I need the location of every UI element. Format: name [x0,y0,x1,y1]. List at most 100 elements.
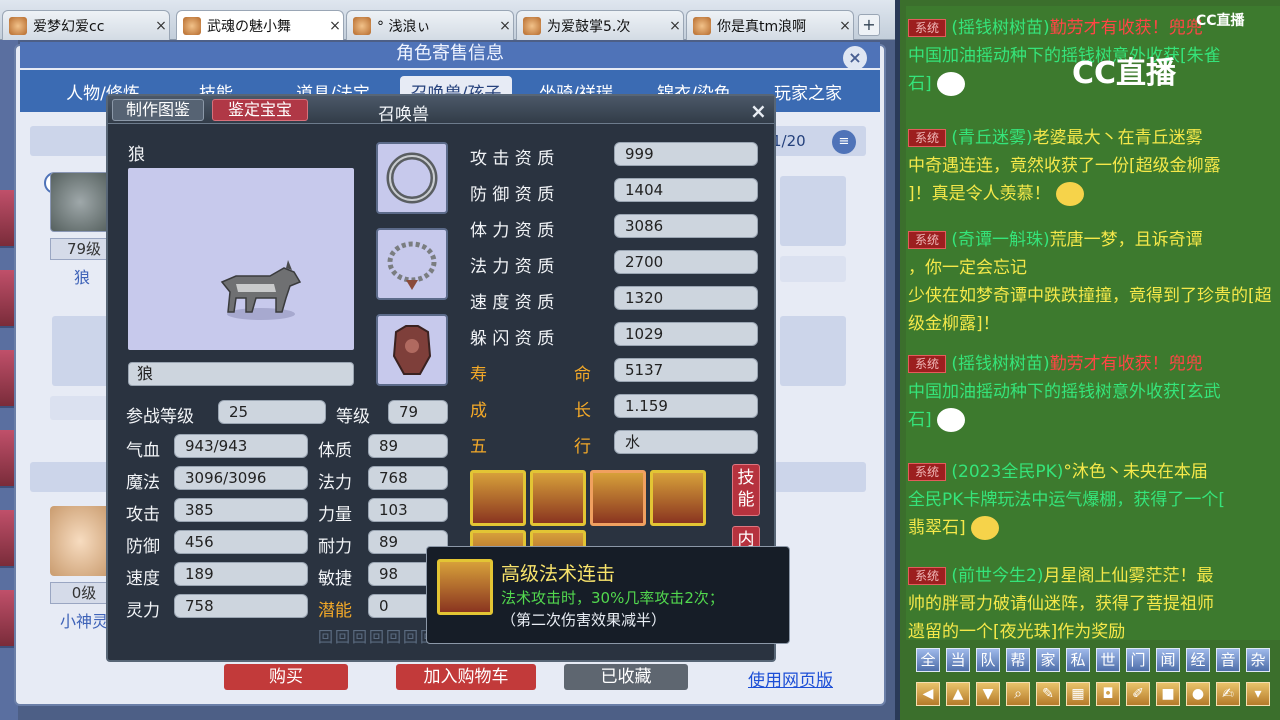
message-text: 荒唐一梦，且诉奇谭 [1049,230,1203,250]
channel-exp-button[interactable]: 经 [1186,648,1210,672]
chat-bubble-icon[interactable]: ● [1186,682,1210,706]
aptitude-value: 1029 [614,322,758,346]
stat-value: 943/943 [174,434,308,458]
message-text: °沐色丶未央在本届 [1063,462,1208,482]
element-value: 水 [614,430,758,454]
chat-message: 系统 (摇钱树树苗)勤劳才有收获！兜兜 中国加油摇动种下的摇钱树意外收获[玄武 … [908,350,1274,434]
edit-icon[interactable]: ✍ [1216,682,1240,706]
down-arrow-icon[interactable]: ▼ [976,682,1000,706]
up-arrow-icon[interactable]: ▲ [946,682,970,706]
attr-value: 103 [368,498,448,522]
message-text: ]！真是令人羡慕！ [908,184,1051,204]
aptitude-label: 法 力 资 质 [470,257,555,277]
box-icon[interactable]: ■ [1156,682,1180,706]
add-to-cart-button[interactable]: 加入购物车 [396,664,536,690]
attr-value: 768 [368,466,448,490]
tab-favicon-icon [523,16,541,35]
pet-card[interactable]: 79级 狼 [50,172,118,296]
left-arrow-icon[interactable]: ◀ [916,682,940,706]
page-count: 1/20 [772,132,806,150]
message-text: ，你一定会忘记 [908,258,1027,278]
close-icon[interactable]: × [750,99,767,123]
aptitude-value: 1320 [614,286,758,310]
grid-icon[interactable]: ▦ [1066,682,1090,706]
channel-sound-button[interactable]: 音 [1216,648,1240,672]
close-tab-icon[interactable]: × [837,18,853,34]
channel-misc-button[interactable]: 杂 [1246,648,1270,672]
level-value: 79 [388,400,448,424]
aptitude-label: 速 度 资 质 [470,293,555,313]
message-text: 中奇遇连连，竟然收获了一份[超级金柳露 [908,156,1221,176]
battle-level-value: 25 [218,400,326,424]
channel-all-button[interactable]: 全 [916,648,940,672]
message-text: 石] [908,410,932,430]
channel-name: (摇钱树树苗) [951,354,1050,374]
equip-armor-icon[interactable] [376,314,448,386]
close-tab-icon[interactable]: × [497,18,513,34]
stat-label: 气血 [126,441,160,461]
stat-value: 3096/3096 [174,466,308,490]
channel-guild-button[interactable]: 帮 [1006,648,1030,672]
system-badge: 系统 [908,355,947,373]
browser-tab-2[interactable]: 武魂の魅小舞 × [176,10,344,40]
channel-sect-button[interactable]: 门 [1126,648,1150,672]
browser-tab-1[interactable]: 爱梦幻爱cc × [2,10,170,40]
emoji-icon [937,408,966,432]
channel-private-button[interactable]: 私 [1066,648,1090,672]
stat-value: 385 [174,498,308,522]
down-triangle-icon[interactable]: ▾ [1246,682,1270,706]
tab-favicon-icon [353,16,371,35]
close-tab-icon[interactable]: × [667,18,683,34]
channel-name: (摇钱树树苗) [951,18,1050,38]
buy-button[interactable]: 购买 [224,664,348,690]
pet-type-label: 狼 [128,145,145,165]
lock-icon[interactable]: ◘ [1096,682,1120,706]
chat-message: 系统 (前世今生2)月星阁上仙雾茫茫！最 帅的胖哥力破请仙迷阵，获得了菩提祖师 … [908,562,1274,646]
channel-world-button[interactable]: 世 [1096,648,1120,672]
message-text: 勤劳才有收获！兜兜 [1049,18,1203,38]
attr-label: 潜能 [318,601,352,621]
pet-name-field[interactable]: 狼 [128,362,354,386]
close-tab-icon[interactable]: × [327,18,343,34]
emoji-icon [1056,182,1085,206]
browser-tab-4[interactable]: 为爱鼓掌5.次 × [516,10,684,40]
search-icon[interactable]: ⌕ [1006,682,1030,706]
channel-news-button[interactable]: 闻 [1156,648,1180,672]
wolf-sprite [220,260,302,320]
life-label: 寿 [470,365,487,385]
browser-tab-3[interactable]: ° 浅浪ぃ × [346,10,514,40]
channel-current-button[interactable]: 当 [946,648,970,672]
tooltip-desc: 法术攻击时，30%几率攻击2次； [501,589,724,607]
channel-team-button[interactable]: 队 [976,648,1000,672]
aptitude-value: 999 [614,142,758,166]
channel-name: (前世今生2) [951,566,1044,586]
skill-slot-icon[interactable] [590,470,646,526]
list-menu-icon[interactable]: ≡ [832,130,856,154]
pet-card-placeholder [780,256,846,282]
equip-ring-icon[interactable] [376,142,448,214]
channel-family-button[interactable]: 家 [1036,648,1060,672]
aptitude-value: 1404 [614,178,758,202]
make-codex-button[interactable]: 制作图鉴 [112,99,204,121]
skill-slot-icon[interactable] [530,470,586,526]
skill-slot-icon[interactable] [650,470,706,526]
note-icon[interactable]: ✎ [1036,682,1060,706]
close-tab-icon[interactable]: × [153,18,169,34]
brush-icon[interactable]: ✐ [1126,682,1150,706]
page-close-button[interactable]: × [843,46,867,70]
new-tab-button[interactable]: + [858,14,880,36]
page-title: 角色寄售信息 [20,42,880,68]
equip-necklace-icon[interactable] [376,228,448,300]
emoji-icon [937,72,966,96]
browser-tab-5[interactable]: 你是真tm浪啊 × [686,10,854,40]
identify-pet-button[interactable]: 鉴定宝宝 [212,99,308,121]
skill-slot-icon[interactable] [470,470,526,526]
tab-label: 为爱鼓掌5.次 [547,18,631,35]
system-badge: 系统 [908,567,947,585]
skills-side-tab[interactable]: 技能 [732,464,760,516]
message-text: 少侠在如梦奇谭中跌跌撞撞，竟得到了珍贵的[超级金柳露]！ [908,286,1272,334]
web-version-link[interactable]: 使用网页版 [748,666,833,691]
element-label: 五 [470,437,487,457]
attr-label: 法力 [318,473,352,493]
favorited-button[interactable]: 已收藏 [564,664,688,690]
